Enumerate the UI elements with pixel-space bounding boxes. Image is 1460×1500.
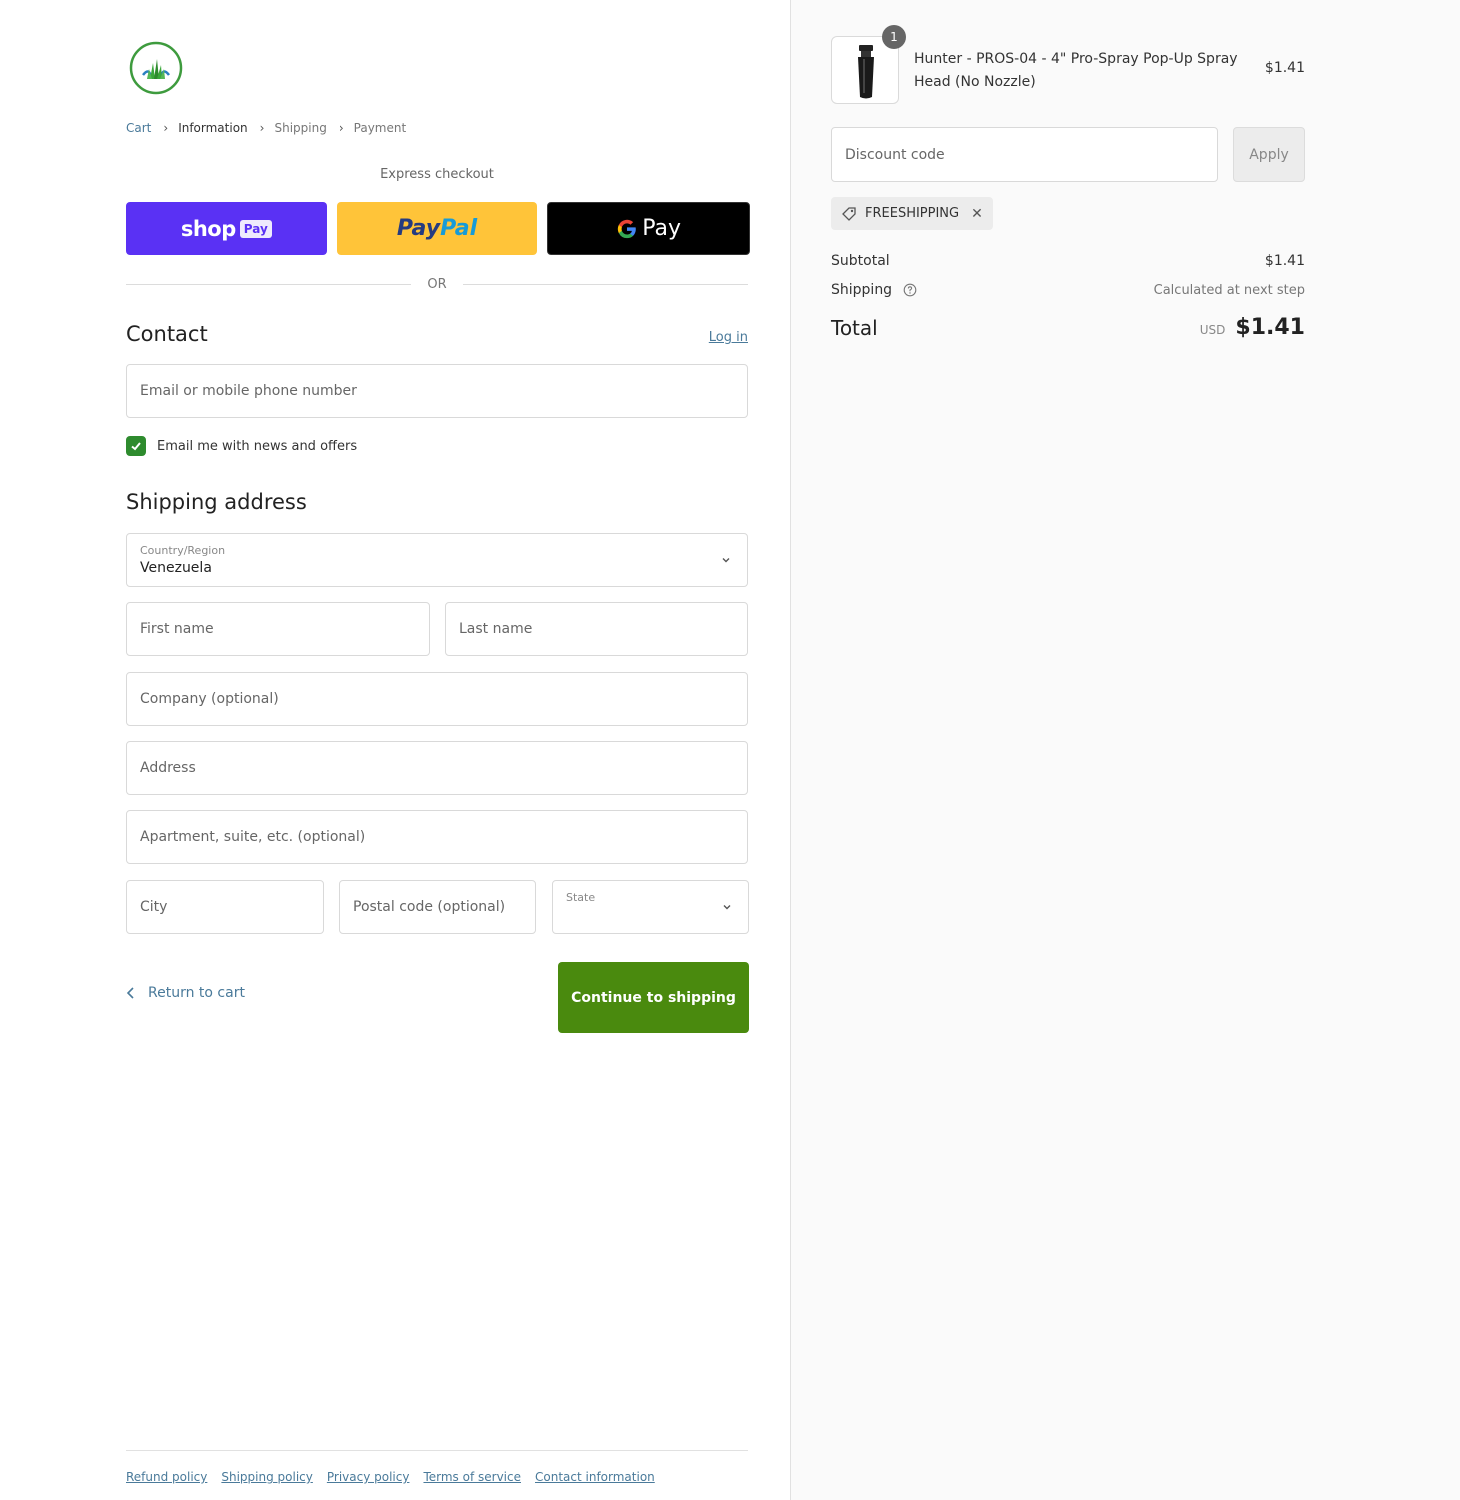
postal-code-field[interactable]: Postal code (optional) xyxy=(339,880,536,934)
newsletter-option[interactable]: Email me with news and offers xyxy=(126,436,357,456)
shipping-address-heading: Shipping address xyxy=(126,490,307,514)
applied-discount-tag: FREESHIPPING ✕ xyxy=(831,197,993,230)
state-label: State xyxy=(566,891,596,904)
refund-policy-link[interactable]: Refund policy xyxy=(126,1470,207,1484)
address-placeholder: Address xyxy=(140,760,196,776)
store-logo[interactable] xyxy=(129,41,183,95)
shipping-policy-link[interactable]: Shipping policy xyxy=(221,1470,313,1484)
company-placeholder: Company (optional) xyxy=(140,691,279,707)
footer-divider xyxy=(126,1450,748,1451)
first-name-field[interactable]: First name xyxy=(126,602,430,656)
chevron-down-icon xyxy=(723,905,731,910)
chevron-right-icon: › xyxy=(259,121,265,135)
contact-heading: Contact xyxy=(126,322,208,346)
company-field[interactable]: Company (optional) xyxy=(126,672,748,726)
remove-discount-icon[interactable]: ✕ xyxy=(971,206,983,222)
newsletter-label: Email me with news and offers xyxy=(157,438,358,454)
tag-icon xyxy=(842,206,856,221)
shop-pay-badge: Pay xyxy=(239,219,272,238)
breadcrumb-cart[interactable]: Cart xyxy=(126,121,151,135)
paypal-logo: PayPal xyxy=(396,216,478,241)
total-value: $1.41 xyxy=(1235,315,1305,340)
city-placeholder: City xyxy=(140,899,168,915)
state-select[interactable]: State xyxy=(552,880,749,934)
address-field[interactable]: Address xyxy=(126,741,748,795)
express-checkout-label: Express checkout xyxy=(380,167,494,182)
email-field[interactable]: Email or mobile phone number xyxy=(126,364,748,418)
checkout-main-panel: Cart › Information › Shipping › Payment … xyxy=(0,0,790,1500)
breadcrumb-information: Information xyxy=(178,121,248,135)
shipping-label: Shipping xyxy=(831,282,893,298)
continue-to-shipping-button[interactable]: Continue to shipping xyxy=(558,962,749,1033)
login-link[interactable]: Log in xyxy=(709,330,748,345)
first-name-placeholder: First name xyxy=(140,621,214,637)
google-g-icon xyxy=(618,219,637,238)
postal-code-placeholder: Postal code (optional) xyxy=(353,899,506,915)
quantity-badge: 1 xyxy=(882,25,906,49)
product-name: Hunter - PROS-04 - 4" Pro-Spray Pop-Up S… xyxy=(914,51,1238,90)
breadcrumb-payment: Payment xyxy=(353,121,407,135)
chevron-down-icon xyxy=(722,558,730,563)
help-icon[interactable] xyxy=(903,283,917,297)
product-price: $1.41 xyxy=(1264,60,1305,76)
applied-discount-code: FREESHIPPING xyxy=(865,206,960,221)
email-placeholder: Email or mobile phone number xyxy=(140,383,357,399)
shop-pay-logo-text: shop xyxy=(180,216,236,241)
shipping-value: Calculated at next step xyxy=(1153,282,1305,298)
chevron-right-icon: › xyxy=(163,121,169,135)
total-label: Total xyxy=(831,315,878,340)
apartment-field[interactable]: Apartment, suite, etc. (optional) xyxy=(126,810,748,864)
subtotal-label: Subtotal xyxy=(831,253,890,269)
total-row: Total USD $1.41 xyxy=(831,315,1305,340)
discount-code-field[interactable]: Discount code xyxy=(831,127,1218,182)
footer-links: Refund policy Shipping policy Privacy po… xyxy=(126,1470,655,1484)
total-currency: USD xyxy=(1199,323,1226,337)
paypal-button[interactable]: PayPal xyxy=(336,202,538,255)
subtotal-row: Subtotal $1.41 xyxy=(831,253,1305,269)
shipping-row: Shipping Calculated at next step xyxy=(831,282,1305,298)
country-value: Venezuela xyxy=(140,560,212,576)
privacy-policy-link[interactable]: Privacy policy xyxy=(327,1470,410,1484)
shop-pay-button[interactable]: shop Pay xyxy=(126,202,327,255)
google-pay-text: Pay xyxy=(642,216,682,241)
discount-code-placeholder: Discount code xyxy=(845,146,945,163)
or-divider: OR xyxy=(126,275,749,293)
chevron-right-icon: › xyxy=(338,121,344,135)
city-field[interactable]: City xyxy=(126,880,324,934)
breadcrumb: Cart › Information › Shipping › Payment xyxy=(126,121,406,135)
apartment-placeholder: Apartment, suite, etc. (optional) xyxy=(140,829,366,845)
chevron-left-icon xyxy=(126,987,134,999)
return-to-cart-label: Return to cart xyxy=(148,985,245,1001)
subtotal-value: $1.41 xyxy=(1264,253,1305,269)
breadcrumb-shipping: Shipping xyxy=(274,121,327,135)
return-to-cart-link[interactable]: Return to cart xyxy=(126,985,245,1001)
or-label: OR xyxy=(427,276,447,292)
country-select[interactable]: Country/Region Venezuela xyxy=(126,533,748,587)
newsletter-checkbox[interactable] xyxy=(126,436,146,456)
country-label: Country/Region xyxy=(140,544,226,557)
last-name-placeholder: Last name xyxy=(459,621,533,637)
terms-of-service-link[interactable]: Terms of service xyxy=(423,1470,521,1484)
contact-information-link[interactable]: Contact information xyxy=(535,1470,655,1484)
checkmark-icon xyxy=(131,442,141,451)
last-name-field[interactable]: Last name xyxy=(445,602,748,656)
google-pay-button[interactable]: Pay xyxy=(547,202,751,255)
express-checkout-buttons: shop Pay PayPal Pay xyxy=(126,202,751,255)
apply-discount-button[interactable]: Apply xyxy=(1233,127,1305,182)
